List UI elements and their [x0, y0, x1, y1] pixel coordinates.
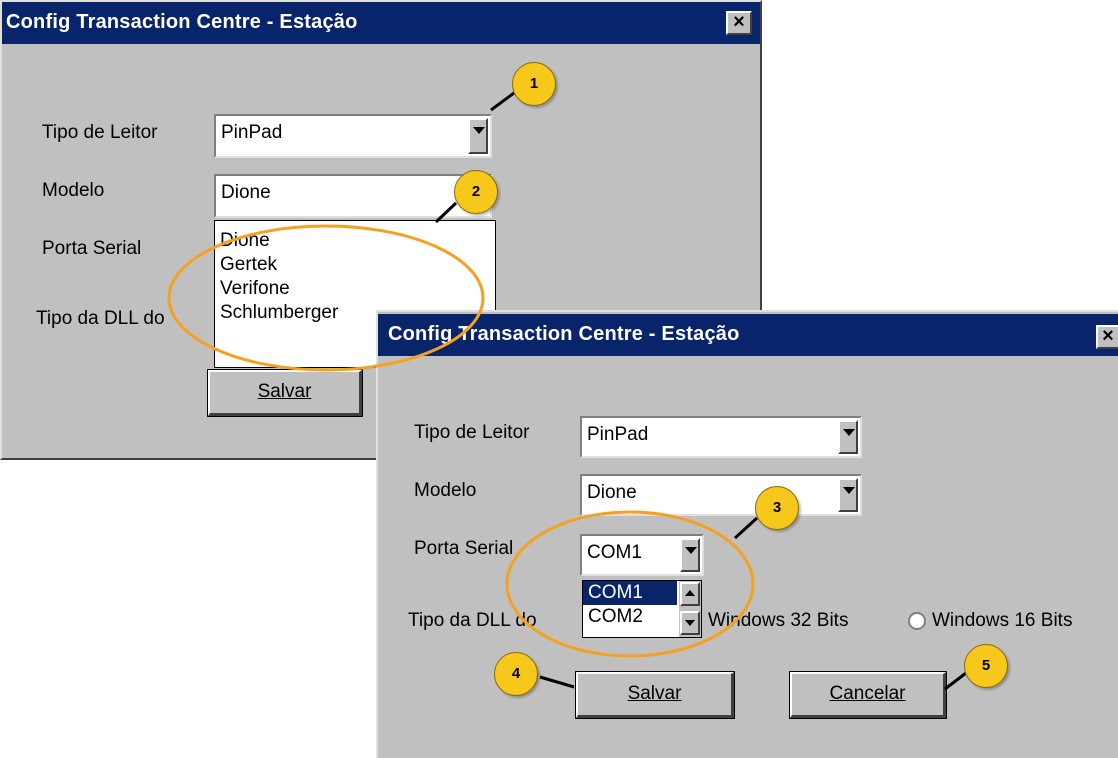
- list-item[interactable]: Dione: [215, 229, 495, 253]
- back-salvar-label: Salvar: [257, 381, 312, 402]
- front-cancelar-label: Cancelar: [829, 683, 906, 704]
- scroll-down-icon[interactable]: [680, 611, 700, 635]
- back-tipo-leitor-select[interactable]: PinPad: [214, 114, 492, 158]
- front-modelo-value: Dione: [587, 482, 637, 503]
- chevron-down-icon[interactable]: [838, 420, 858, 454]
- back-modelo-select[interactable]: Dione: [214, 174, 492, 218]
- front-modelo-select[interactable]: Dione: [580, 474, 862, 516]
- back-modelo-value: Dione: [221, 182, 271, 203]
- callout-5: 5: [964, 644, 1008, 688]
- chevron-down-icon[interactable]: [838, 478, 858, 512]
- back-salvar-button[interactable]: Salvar: [207, 369, 363, 417]
- listbox-scrollbar[interactable]: [679, 581, 701, 637]
- back-label-modelo: Modelo: [42, 180, 105, 201]
- front-close-button[interactable]: ×: [1096, 325, 1118, 349]
- back-label-porta: Porta Serial: [42, 238, 142, 259]
- front-porta-dropdown-list[interactable]: COM1 COM2: [582, 580, 702, 638]
- front-salvar-button[interactable]: Salvar: [575, 671, 735, 719]
- front-label-dll: Tipo da DLL do: [408, 610, 537, 631]
- list-item[interactable]: COM2: [583, 605, 677, 629]
- radio-16-button[interactable]: [908, 612, 926, 630]
- callout-4: 4: [494, 652, 538, 696]
- front-cancelar-button[interactable]: Cancelar: [789, 671, 947, 719]
- list-item[interactable]: Gertek: [215, 253, 495, 277]
- callout-1: 1: [512, 62, 556, 106]
- back-label-tipo-leitor: Tipo de Leitor: [42, 122, 158, 143]
- front-tipo-leitor-value: PinPad: [587, 424, 649, 445]
- front-label-modelo: Modelo: [414, 480, 477, 501]
- radio-16-label[interactable]: Windows 16 Bits: [932, 610, 1072, 632]
- back-tipo-leitor-value: PinPad: [221, 122, 283, 143]
- front-label-tipo-leitor: Tipo de Leitor: [414, 422, 530, 443]
- front-dialog: Config Transaction Centre - Estação × Ti…: [376, 310, 1118, 758]
- callout-3: 3: [755, 486, 799, 530]
- callout-2: 2: [454, 170, 498, 214]
- radio-32-label[interactable]: Windows 32 Bits: [708, 610, 848, 632]
- back-dialog-title: Config Transaction Centre - Estação: [2, 2, 760, 44]
- list-item-selected[interactable]: COM1: [583, 581, 677, 605]
- front-tipo-leitor-select[interactable]: PinPad: [580, 416, 862, 458]
- back-close-button[interactable]: ×: [726, 11, 752, 35]
- front-porta-value: COM1: [587, 542, 642, 563]
- front-label-porta: Porta Serial: [414, 538, 514, 559]
- chevron-down-icon[interactable]: [468, 118, 488, 154]
- back-label-dll: Tipo da DLL do: [36, 308, 165, 329]
- front-dialog-title: Config Transaction Centre - Estação: [378, 314, 1118, 356]
- list-item[interactable]: Verifone: [215, 277, 495, 301]
- front-salvar-label: Salvar: [627, 683, 682, 704]
- scroll-up-icon[interactable]: [680, 582, 700, 606]
- front-porta-select[interactable]: COM1: [580, 534, 704, 576]
- chevron-down-icon[interactable]: [680, 538, 700, 572]
